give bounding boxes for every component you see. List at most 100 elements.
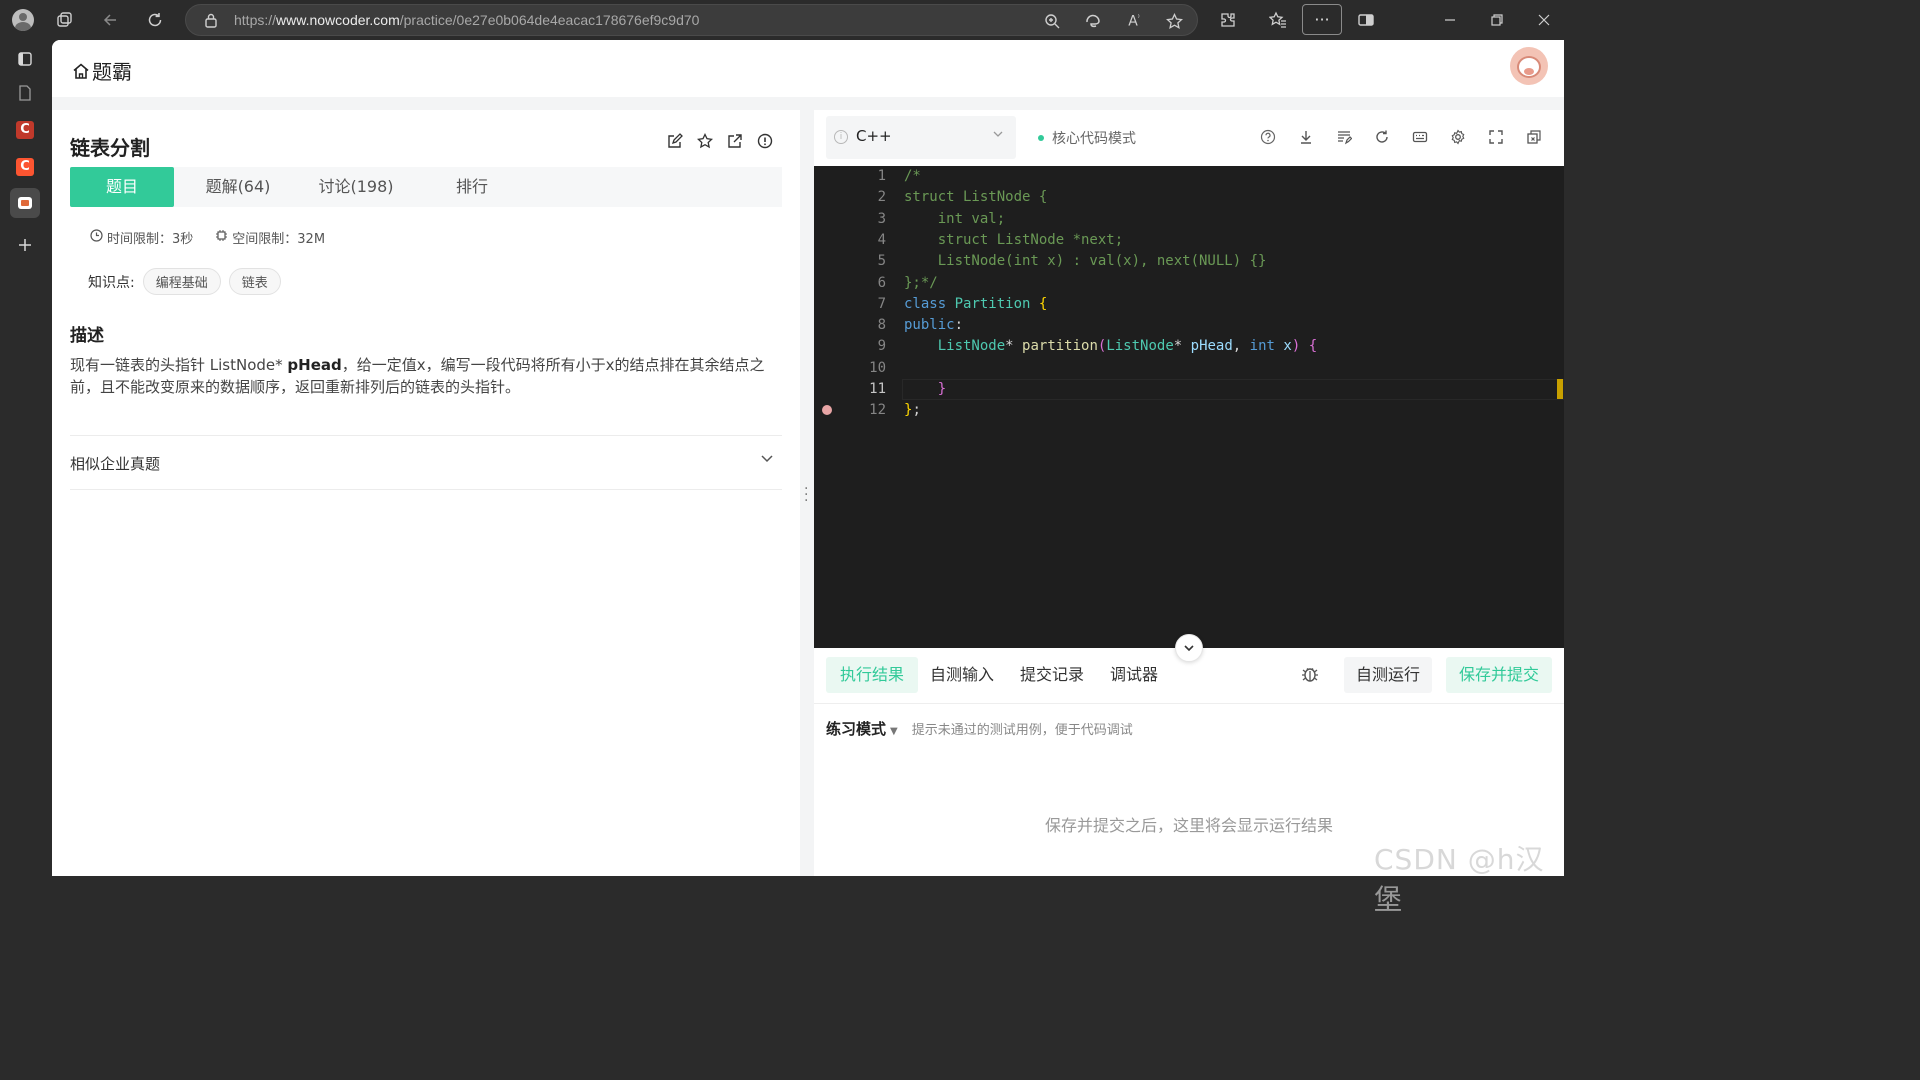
popout-icon[interactable] bbox=[1524, 127, 1544, 147]
line-number: 12 bbox=[869, 402, 886, 419]
code-line: 3 int val; bbox=[814, 209, 1564, 230]
csdn-tab-icon-2[interactable]: C bbox=[10, 152, 40, 182]
home-link[interactable]: 题霸 bbox=[72, 56, 132, 85]
line-number: 8 bbox=[877, 317, 886, 334]
editor-actions bbox=[1258, 127, 1544, 147]
favorite-star-icon[interactable] bbox=[1164, 11, 1184, 31]
language-label: C++ bbox=[856, 127, 892, 145]
tab-debugger[interactable]: 调试器 bbox=[1096, 657, 1172, 693]
favorite-icon[interactable] bbox=[696, 132, 714, 150]
split-screen-icon[interactable] bbox=[1354, 8, 1378, 32]
tab-custom-input[interactable]: 自测输入 bbox=[916, 657, 1008, 693]
language-select[interactable]: i C++ bbox=[826, 116, 1016, 159]
practice-mode-row: 练习模式 ▼ 提示未通过的测试用例，便于代码调试 bbox=[826, 718, 1133, 739]
lock-icon[interactable] bbox=[204, 12, 218, 32]
tab-exec-result[interactable]: 执行结果 bbox=[826, 657, 919, 693]
clock-icon bbox=[90, 229, 103, 246]
reset-icon[interactable] bbox=[1372, 127, 1392, 147]
new-tab-icon[interactable] bbox=[10, 230, 40, 260]
chevron-down-icon[interactable] bbox=[760, 451, 774, 469]
knowledge-points: 知识点: 编程基础 链表 bbox=[88, 268, 281, 295]
code-line: 9 ListNode* partition(ListNode* pHead, i… bbox=[814, 336, 1564, 357]
url-domain: www.nowcoder.com bbox=[276, 12, 400, 28]
code-mode-label: 核心代码模式 bbox=[1052, 131, 1136, 147]
line-number: 3 bbox=[877, 210, 886, 227]
tab-submissions[interactable]: 提交记录 bbox=[1006, 657, 1098, 693]
caret-down-icon: ▼ bbox=[890, 726, 898, 737]
code-line: 11 } bbox=[814, 379, 1564, 400]
page-tab-icon[interactable] bbox=[10, 78, 40, 108]
download-icon[interactable] bbox=[1296, 127, 1316, 147]
keyboard-icon[interactable] bbox=[1410, 127, 1430, 147]
profile-icon[interactable] bbox=[11, 8, 35, 32]
zoom-icon[interactable] bbox=[1042, 11, 1062, 31]
share-icon[interactable] bbox=[726, 132, 744, 150]
user-avatar[interactable] bbox=[1510, 47, 1548, 85]
tab-actions-icon[interactable] bbox=[10, 44, 40, 74]
url-prefix: https:// bbox=[234, 12, 277, 28]
more-options-label: ··· bbox=[1314, 10, 1330, 29]
restore-icon[interactable] bbox=[1485, 8, 1509, 32]
refresh-icon[interactable] bbox=[143, 8, 167, 32]
run-test-button[interactable]: 自测运行 bbox=[1344, 657, 1432, 693]
chip-icon bbox=[215, 229, 228, 246]
problem-tabs: 题目 题解(64) 讨论(198) 排行 bbox=[70, 167, 782, 207]
close-window-icon[interactable] bbox=[1532, 8, 1556, 32]
back-arrow-icon[interactable] bbox=[98, 8, 122, 32]
read-aloud-icon[interactable]: A⁾ bbox=[1124, 11, 1144, 31]
chevron-down-icon bbox=[992, 128, 1004, 143]
save-submit-button[interactable]: 保存并提交 bbox=[1446, 657, 1552, 693]
knowledge-tag[interactable]: 编程基础 bbox=[142, 268, 221, 295]
extensions-icon[interactable] bbox=[1216, 8, 1240, 32]
code-editor[interactable]: 1/* 2 struct ListNode { 3 int val; 4 stru… bbox=[814, 166, 1564, 648]
code-line: 8 public: bbox=[814, 315, 1564, 336]
help-icon[interactable] bbox=[1258, 127, 1278, 147]
settings-gear-icon[interactable] bbox=[1448, 127, 1468, 147]
description-part: 现有一链表的头指针 ListNode* bbox=[70, 356, 288, 374]
practice-hint: 提示未通过的测试用例，便于代码调试 bbox=[911, 723, 1133, 738]
minimize-icon[interactable] bbox=[1438, 8, 1462, 32]
window-edge bbox=[1564, 40, 1568, 882]
line-number: 10 bbox=[869, 359, 886, 376]
info-icon[interactable]: i bbox=[834, 130, 848, 144]
csdn-tab-icon[interactable]: C bbox=[10, 115, 40, 145]
result-empty-message: 保存并提交之后，这里将会显示运行结果 bbox=[1044, 816, 1333, 835]
knowledge-tag[interactable]: 链表 bbox=[228, 268, 281, 295]
url-text[interactable]: https://www.nowcoder.com/practice/0e27e0… bbox=[234, 12, 699, 28]
edge-icon[interactable] bbox=[1083, 11, 1103, 31]
code-mode: 核心代码模式 bbox=[1038, 128, 1136, 148]
home-icon bbox=[72, 62, 90, 80]
site-logo-text: 题霸 bbox=[92, 60, 132, 84]
code-line: 5 ListNode(int x) : val(x), next(NULL) {… bbox=[814, 251, 1564, 272]
vertical-tab-strip: C C bbox=[0, 40, 52, 882]
tab-problem[interactable]: 题目 bbox=[70, 167, 174, 207]
code-line: 7 class Partition { bbox=[814, 294, 1564, 315]
line-number: 1 bbox=[877, 168, 886, 184]
nowcoder-tab-icon[interactable] bbox=[10, 188, 40, 218]
report-icon[interactable] bbox=[756, 132, 774, 150]
favorites-icon[interactable] bbox=[1266, 8, 1290, 32]
tab-ranking[interactable]: 排行 bbox=[430, 167, 514, 207]
edit-note-icon[interactable] bbox=[666, 132, 684, 150]
tab-discussion[interactable]: 讨论(198) bbox=[304, 167, 408, 207]
problem-title: 链表分割 bbox=[70, 136, 150, 160]
limits-row: 时间限制：3秒 空间限制：32M bbox=[90, 228, 325, 247]
workspaces-icon[interactable] bbox=[52, 8, 76, 32]
panel-resize-handle[interactable]: · · · bbox=[804, 482, 808, 508]
address-bar[interactable]: https://www.nowcoder.com/practice/0e27e0… bbox=[185, 4, 1198, 36]
similar-questions-label: 相似企业真题 bbox=[70, 455, 161, 473]
code-line: 4 struct ListNode *next; bbox=[814, 230, 1564, 251]
practice-mode-select[interactable]: 练习模式 ▼ bbox=[826, 718, 898, 739]
code-line: 1/* bbox=[814, 166, 1564, 187]
format-code-icon[interactable] bbox=[1334, 127, 1354, 147]
line-number: 6 bbox=[877, 274, 886, 291]
code-line: 10 bbox=[814, 358, 1564, 379]
debug-bug-icon[interactable] bbox=[1300, 664, 1320, 689]
similar-questions-section[interactable]: 相似企业真题 bbox=[70, 435, 782, 490]
more-options-button[interactable]: ··· bbox=[1302, 4, 1342, 35]
time-limit-text: 时间限制：3秒 bbox=[107, 232, 194, 247]
line-number: 7 bbox=[877, 295, 886, 312]
fullscreen-icon[interactable] bbox=[1486, 127, 1506, 147]
editor-panel: i C++ 核心代码模式 1 /* 2 struct ListNode {3 … bbox=[814, 110, 1564, 876]
tab-solutions[interactable]: 题解(64) bbox=[188, 167, 288, 207]
